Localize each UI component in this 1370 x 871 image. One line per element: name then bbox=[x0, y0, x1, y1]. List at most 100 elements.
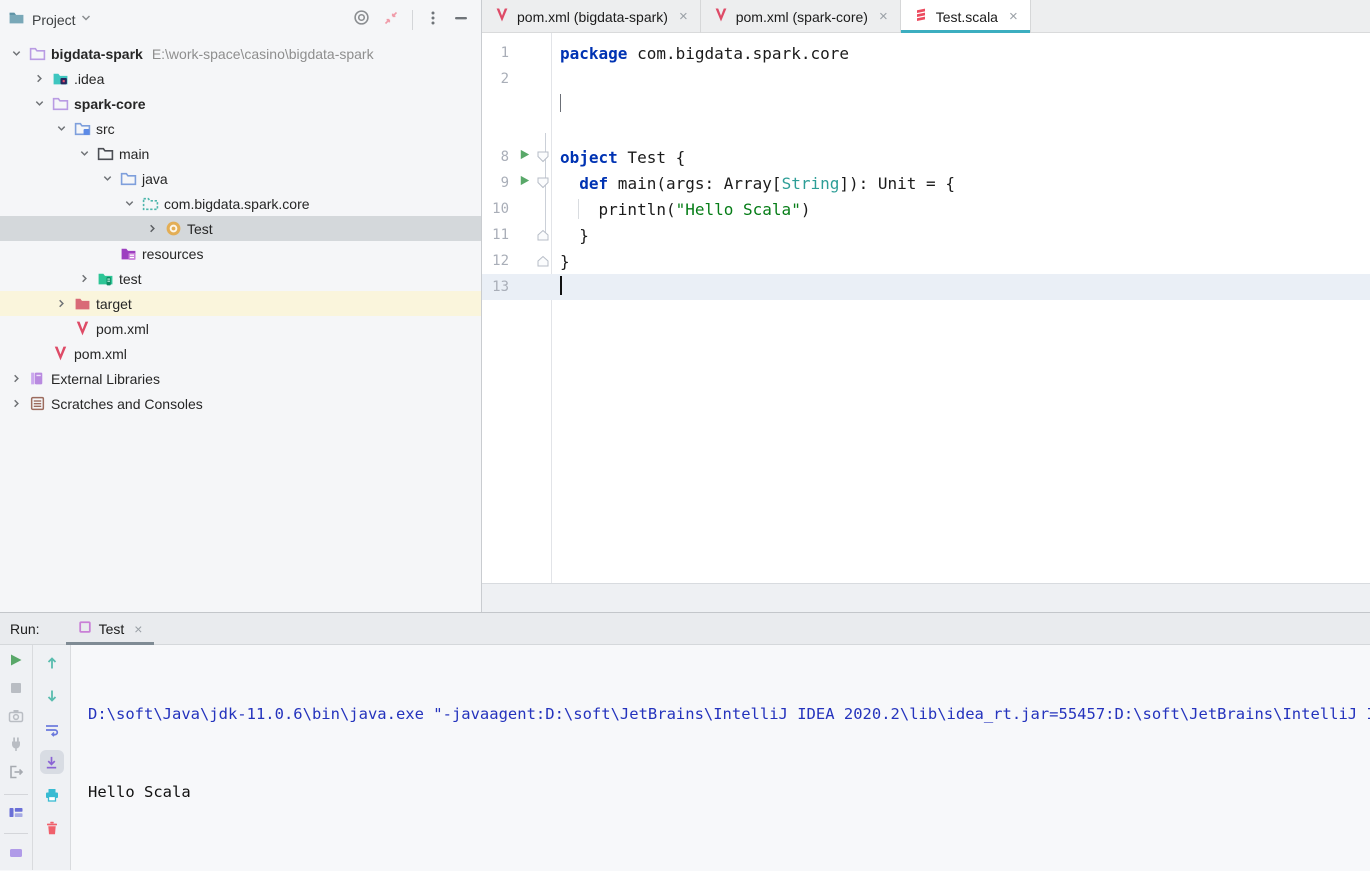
clear-all-icon[interactable] bbox=[40, 816, 64, 840]
tree-item-spark-core[interactable]: spark-core bbox=[0, 91, 481, 116]
tree-item-test-object[interactable]: Test bbox=[0, 216, 481, 241]
hide-panel-icon[interactable] bbox=[453, 10, 469, 31]
toolbar-separator bbox=[4, 833, 28, 835]
run-gutter-icon[interactable] bbox=[518, 174, 531, 192]
maven-icon bbox=[74, 320, 91, 337]
project-panel-header: Project bbox=[0, 0, 481, 40]
code-line-9: 9 def main(args: Array[String]): Unit = … bbox=[500, 173, 955, 193]
code-line-8: 8 object Test { bbox=[500, 147, 686, 167]
project-tree: bigdata-spark E:\work-space\casino\bigda… bbox=[0, 40, 481, 416]
tree-item-scratches[interactable]: Scratches and Consoles bbox=[0, 391, 481, 416]
run-panel-header: Run: Test × bbox=[0, 613, 1370, 645]
tab-test-scala[interactable]: Test.scala × bbox=[900, 0, 1031, 34]
project-folder-icon bbox=[8, 9, 25, 31]
project-tool-window: Project bigdata-spark E:\work-space\casi… bbox=[0, 0, 481, 612]
chevron-down-icon[interactable] bbox=[8, 46, 24, 62]
chevron-down-icon[interactable] bbox=[121, 196, 137, 212]
fold-marker-icon[interactable] bbox=[537, 151, 551, 163]
resources-folder-icon bbox=[120, 245, 137, 262]
run-tab-test[interactable]: Test × bbox=[65, 613, 155, 645]
close-icon[interactable]: × bbox=[1009, 8, 1018, 25]
console-command-line: D:\soft\Java\jdk-11.0.6\bin\java.exe "-j… bbox=[88, 705, 1370, 723]
code-line-folded-b bbox=[482, 118, 1370, 144]
soft-wrap-icon[interactable] bbox=[40, 717, 64, 741]
chevron-right-icon[interactable] bbox=[8, 396, 24, 412]
tree-item-package[interactable]: com.bigdata.spark.core bbox=[0, 191, 481, 216]
rerun-button[interactable] bbox=[4, 651, 28, 670]
tree-item-src[interactable]: src bbox=[0, 116, 481, 141]
package-icon bbox=[142, 195, 159, 212]
chevron-down-icon[interactable] bbox=[31, 96, 47, 112]
run-console[interactable]: D:\soft\Java\jdk-11.0.6\bin\java.exe "-j… bbox=[71, 645, 1370, 870]
stop-button bbox=[4, 679, 28, 698]
code-line-1: 1 package com.bigdata.spark.core bbox=[500, 43, 849, 63]
indent-guide bbox=[578, 199, 579, 219]
run-toolbar-console bbox=[33, 645, 71, 870]
close-icon[interactable]: × bbox=[134, 621, 142, 637]
project-path: E:\work-space\casino\bigdata-spark bbox=[151, 45, 374, 62]
editor: pom.xml (bigdata-spark) × pom.xml (spark… bbox=[482, 0, 1370, 612]
fold-marker-icon[interactable] bbox=[537, 177, 551, 189]
tree-item-idea[interactable]: .idea bbox=[0, 66, 481, 91]
attach-debugger-icon bbox=[4, 735, 28, 754]
exit-icon[interactable] bbox=[4, 763, 28, 782]
text-caret bbox=[560, 276, 562, 295]
test-folder-icon bbox=[97, 270, 114, 287]
chevron-down-icon[interactable] bbox=[99, 171, 115, 187]
chevron-right-icon[interactable] bbox=[31, 71, 47, 87]
chevron-right-icon[interactable] bbox=[53, 296, 69, 312]
code-line-10: 10 println("Hello Scala") bbox=[492, 199, 811, 219]
code-line-folded-a bbox=[482, 92, 1370, 118]
module-folder-icon bbox=[52, 95, 69, 112]
code-line-12: 12 } bbox=[492, 251, 570, 271]
tab-pom-spark-core[interactable]: pom.xml (spark-core) × bbox=[701, 0, 901, 33]
chevron-down-icon[interactable] bbox=[80, 11, 92, 29]
chevron-right-icon[interactable] bbox=[76, 271, 92, 287]
locate-file-icon[interactable] bbox=[353, 9, 370, 31]
tree-item-main[interactable]: main bbox=[0, 141, 481, 166]
folder-icon bbox=[97, 145, 114, 162]
tree-item-pom-root[interactable]: pom.xml bbox=[0, 341, 481, 366]
tree-item-java[interactable]: java bbox=[0, 166, 481, 191]
sources-root-icon bbox=[120, 170, 137, 187]
code-editor[interactable]: 1 package com.bigdata.spark.core 2 8 obj… bbox=[482, 33, 1370, 583]
restore-layout-icon[interactable] bbox=[4, 802, 28, 821]
maven-icon bbox=[713, 7, 729, 26]
editor-tab-bar: pom.xml (bigdata-spark) × pom.xml (spark… bbox=[482, 0, 1370, 34]
excluded-folder-icon bbox=[74, 295, 91, 312]
chevron-down-icon[interactable] bbox=[76, 146, 92, 162]
chevron-right-icon[interactable] bbox=[8, 371, 24, 387]
header-divider bbox=[412, 10, 413, 30]
scroll-to-end-button[interactable] bbox=[39, 750, 64, 774]
down-stack-trace-icon[interactable] bbox=[40, 684, 64, 708]
tree-item-target[interactable]: target bbox=[0, 291, 481, 316]
console-output-line: Hello Scala bbox=[88, 783, 191, 801]
dump-threads-icon bbox=[4, 707, 28, 726]
tree-item-resources[interactable]: resources bbox=[0, 241, 481, 266]
tab-pom-bigdata-spark[interactable]: pom.xml (bigdata-spark) × bbox=[482, 0, 701, 33]
tree-item-test-folder[interactable]: test bbox=[0, 266, 481, 291]
tree-item-pom-spark-core[interactable]: pom.xml bbox=[0, 316, 481, 341]
close-icon[interactable]: × bbox=[679, 8, 688, 25]
scala-icon bbox=[913, 7, 929, 26]
library-icon bbox=[29, 370, 46, 387]
module-folder-icon bbox=[29, 45, 46, 62]
settings-partial-icon[interactable] bbox=[4, 842, 28, 861]
maven-icon bbox=[52, 345, 69, 362]
more-options-icon[interactable] bbox=[426, 10, 440, 31]
chevron-down-icon[interactable] bbox=[53, 121, 69, 137]
project-panel-title[interactable]: Project bbox=[32, 12, 76, 28]
tree-item-external-libraries[interactable]: External Libraries bbox=[0, 366, 481, 391]
maven-icon bbox=[494, 7, 510, 26]
up-stack-trace-icon[interactable] bbox=[40, 651, 64, 675]
close-icon[interactable]: × bbox=[879, 8, 888, 25]
tree-item-bigdata-spark[interactable]: bigdata-spark E:\work-space\casino\bigda… bbox=[0, 41, 481, 66]
run-panel-title: Run: bbox=[10, 620, 40, 637]
run-toolbar-main bbox=[0, 645, 33, 870]
chevron-right-icon[interactable] bbox=[144, 221, 160, 237]
collapse-all-icon[interactable] bbox=[383, 10, 399, 31]
run-gutter-icon[interactable] bbox=[518, 148, 531, 166]
fold-end-marker-icon[interactable] bbox=[537, 255, 551, 267]
print-icon[interactable] bbox=[40, 783, 64, 807]
fold-end-marker-icon[interactable] bbox=[537, 229, 551, 241]
